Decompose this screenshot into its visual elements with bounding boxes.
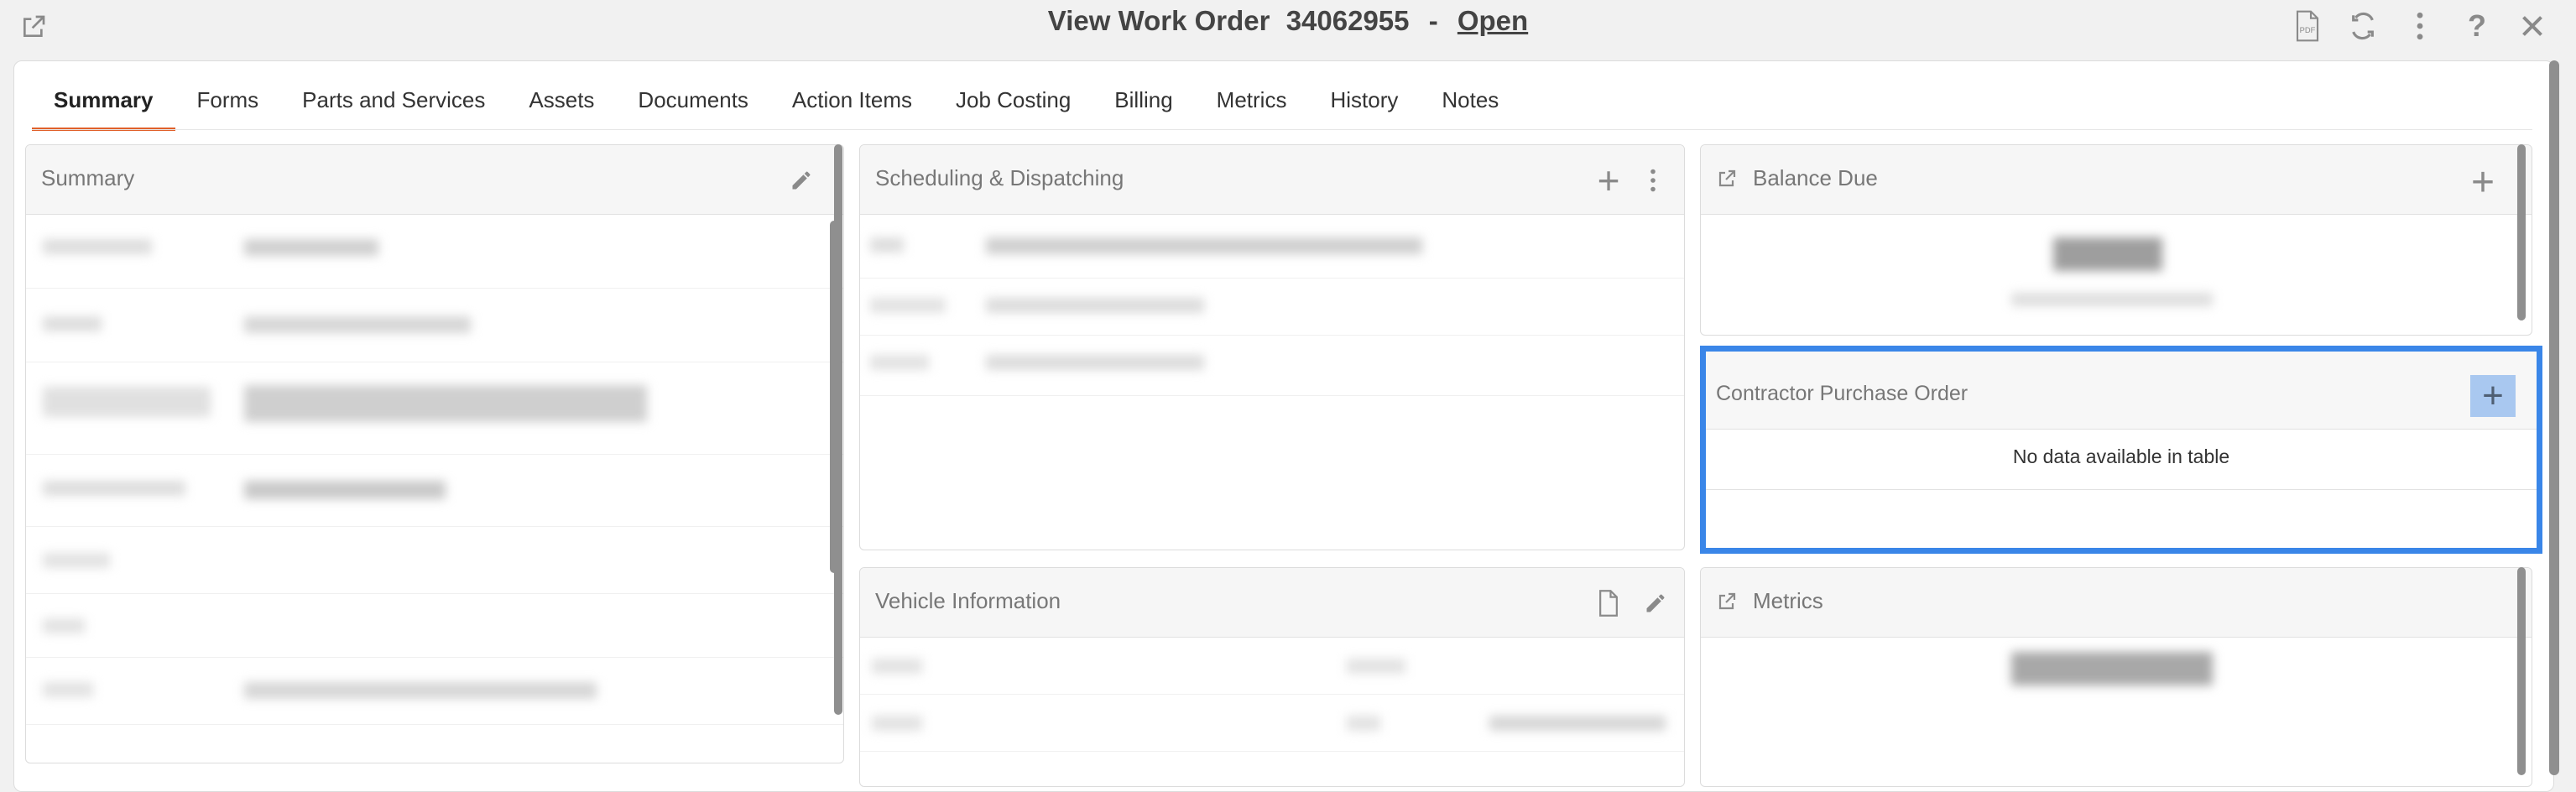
tab-notes[interactable]: Notes [1420,84,1520,128]
table-divider [1706,489,2537,490]
add-icon[interactable]: + [1590,159,1627,202]
summary-row [26,526,843,594]
metrics-panel-header: Metrics [1701,568,2532,638]
scheduling-row [860,278,1684,336]
vehicle-row [860,637,1684,695]
document-icon[interactable] [1593,586,1624,620]
help-icon[interactable]: ? [2460,8,2494,44]
contractor-po-title: Contractor Purchase Order [1716,382,1969,405]
vehicle-row [860,694,1684,752]
contractor-po-header: Contractor Purchase Order + [1706,352,2537,430]
tab-job-costing[interactable]: Job Costing [934,84,1092,128]
tab-documents[interactable]: Documents [616,84,770,128]
balance-caption-redacted [2011,293,2213,306]
balance-due-panel: Balance Due + [1700,144,2532,336]
scheduling-panel-title: Scheduling & Dispatching [875,165,1124,190]
scheduling-panel-header: Scheduling & Dispatching + [860,145,1684,215]
summary-panel-header: Summary [26,145,843,215]
kebab-menu-icon[interactable] [2403,8,2437,44]
refresh-icon[interactable] [2346,8,2380,44]
empty-table-message: No data available in table [2012,446,2230,467]
balance-amount-redacted [2053,237,2162,271]
work-order-number: 34062955 [1285,5,1410,36]
summary-row [26,454,843,527]
tab-billing[interactable]: Billing [1092,84,1194,128]
title-separator: - [1428,5,1438,36]
title-prefix: View Work Order [1047,5,1270,36]
scheduling-row [860,214,1684,279]
scheduling-row [860,335,1684,396]
tab-action-items[interactable]: Action Items [770,84,934,128]
vehicle-panel-title: Vehicle Information [875,588,1061,613]
page-title: View Work Order 34062955 - Open [0,5,2576,37]
tab-parts-and-services[interactable]: Parts and Services [280,84,507,128]
metrics-value-redacted [2011,652,2213,685]
column-scrollbar[interactable] [834,144,842,715]
scheduling-panel: Scheduling & Dispatching + [859,144,1685,550]
pdf-icon[interactable]: PDF [2291,8,2324,44]
vehicle-panel: Vehicle Information [859,567,1685,787]
kebab-menu-icon[interactable] [1640,162,1666,199]
tab-divider [32,129,2532,130]
tab-forms[interactable]: Forms [175,84,281,128]
summary-row [26,214,843,289]
right-column-scrollbar-lower[interactable] [2517,567,2526,775]
edit-icon[interactable] [1639,586,1672,620]
metrics-panel: Metrics [1700,567,2532,787]
summary-panel: Summary [25,144,844,763]
tab-bar: Summary Forms Parts and Services Assets … [32,84,1520,131]
summary-row [26,288,843,362]
balance-due-header: Balance Due + [1701,145,2532,215]
summary-row [26,657,843,725]
contractor-po-panel: Contractor Purchase Order + No data avai… [1700,346,2542,554]
external-link-icon[interactable] [1714,165,1739,192]
metrics-panel-title: Metrics [1753,588,1823,613]
close-icon[interactable] [2516,8,2549,44]
summary-row [26,362,843,455]
status-link[interactable]: Open [1457,5,1528,36]
page-scrollbar[interactable] [2549,60,2559,775]
add-icon[interactable]: + [2463,160,2503,205]
summary-row [26,593,843,658]
tab-history[interactable]: History [1308,84,1420,128]
summary-panel-title: Summary [41,165,135,190]
svg-text:PDF: PDF [2300,26,2316,34]
tab-summary[interactable]: Summary [32,84,175,131]
right-column-scrollbar[interactable] [2517,144,2526,320]
tab-metrics[interactable]: Metrics [1195,84,1309,128]
edit-icon[interactable] [785,164,818,197]
vehicle-panel-header: Vehicle Information [860,568,1684,638]
balance-due-title: Balance Due [1753,165,1878,190]
external-link-icon[interactable] [1714,588,1739,615]
add-contractor-po-button[interactable]: + [2470,375,2516,417]
tab-assets[interactable]: Assets [507,84,616,128]
